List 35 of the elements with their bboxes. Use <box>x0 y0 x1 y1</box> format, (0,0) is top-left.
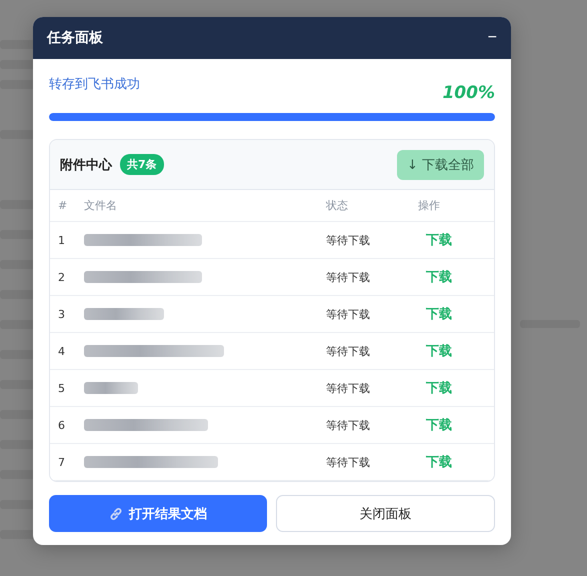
minimize-button[interactable]: − <box>488 30 497 46</box>
status-text: 等待下载 <box>326 418 371 432</box>
row-number: 2 <box>57 270 66 284</box>
row-number: 1 <box>57 234 66 246</box>
row-number: 5 <box>57 382 66 394</box>
download-link[interactable]: 下载 <box>426 344 452 359</box>
column-header: # <box>57 199 68 212</box>
status-text: 等待下载 <box>326 306 371 322</box>
row-number: 6 <box>57 418 66 432</box>
column-header: 文件名 <box>84 198 118 213</box>
status-text: 等待下载 <box>326 380 371 396</box>
link-icon <box>108 506 123 520</box>
open-document-button[interactable]: 打开结果文档 <box>49 495 266 532</box>
status-text: 等待下载 <box>326 270 371 284</box>
attachments-title: 附件中心 <box>60 156 112 174</box>
download-link[interactable]: 下载 <box>426 270 452 285</box>
progress-percent: 100% <box>442 83 495 103</box>
window-title: 任务面板 <box>47 29 103 47</box>
download-link[interactable]: 下载 <box>426 418 452 433</box>
row-number: 3 <box>57 308 66 320</box>
progress-label: 转存到飞书成功 <box>49 76 140 93</box>
status-text: 等待下载 <box>326 454 371 470</box>
close-panel-button[interactable]: 关闭面板 <box>276 495 495 532</box>
status-text: 等待下载 <box>326 344 371 358</box>
column-header: 状态 <box>326 198 349 213</box>
row-number: 4 <box>57 344 66 358</box>
redacted-filename <box>84 382 138 394</box>
count-badge: 共7条 <box>120 154 164 175</box>
column-header: 操作 <box>418 198 441 213</box>
row-number: 7 <box>57 456 66 468</box>
download-link[interactable]: 下载 <box>426 381 452 396</box>
download-link[interactable]: 下载 <box>426 307 452 322</box>
download-link[interactable]: 下载 <box>426 455 452 470</box>
status-text: 等待下载 <box>326 232 371 248</box>
download-link[interactable]: 下载 <box>426 233 452 248</box>
